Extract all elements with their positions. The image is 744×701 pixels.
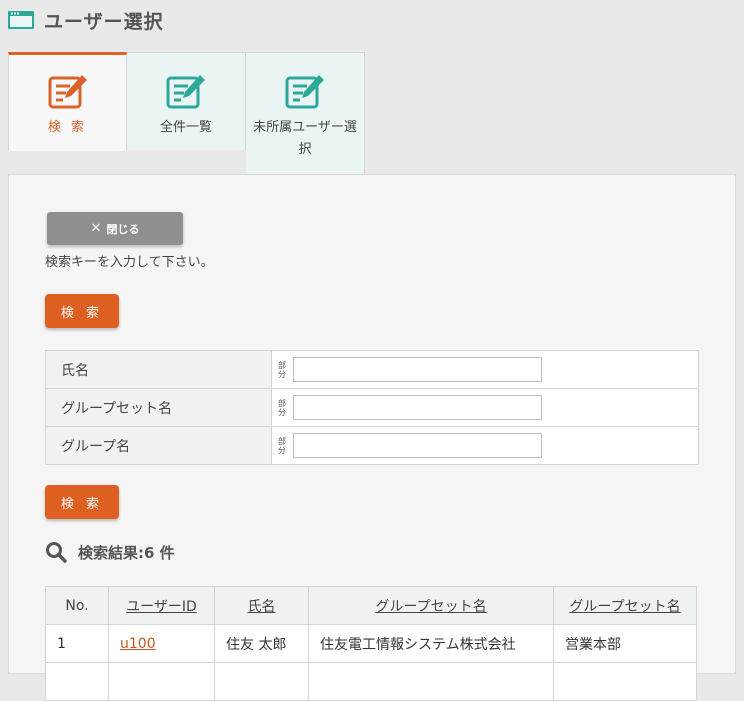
instruction-text: 検索キーを入力して下さい。 <box>45 255 214 270</box>
field-label: グループセット名 <box>45 388 272 427</box>
cell-groupset: 住友電工情報システム株式会社 <box>308 624 554 663</box>
search-icon <box>46 542 67 563</box>
results-table: No. ユーザーID 氏名 グループセット名 グループセット名 1 u100 住… <box>45 586 697 701</box>
tab-label: 未所属ユーザー選択 <box>253 120 357 157</box>
column-header-groupset-2[interactable]: グループセット名 <box>553 586 697 625</box>
field-label: 氏名 <box>45 350 272 389</box>
results-count: 検索結果:6 件 <box>78 543 175 562</box>
groupset-name-input[interactable] <box>293 395 542 420</box>
partial-match-label: 部分 <box>278 398 286 417</box>
partial-match-label: 部分 <box>278 360 286 379</box>
form-row-name: 氏名 部分 <box>45 350 699 389</box>
field-wrapper: 部分 <box>272 433 698 458</box>
field-cell: 部分 <box>271 350 699 389</box>
partial-match-label: 部分 <box>278 436 286 455</box>
cell-no <box>45 662 109 701</box>
search-button-top[interactable]: 検 索 <box>45 294 119 328</box>
column-header-no: No. <box>45 586 109 625</box>
tab-label: 全件一覧 <box>159 120 212 135</box>
edit-icon <box>166 75 205 109</box>
cell-groupset <box>308 662 554 701</box>
field-cell: 部分 <box>271 426 699 465</box>
search-form: 氏名 部分 グループセット名 部分 グループ名 部分 <box>45 350 699 465</box>
field-wrapper: 部分 <box>272 395 698 420</box>
page-title: ユーザー選択 <box>44 10 164 33</box>
cell-user-id <box>108 662 215 701</box>
field-label: グループ名 <box>45 426 272 465</box>
table-row <box>45 662 697 701</box>
results-heading: 検索結果:6 件 <box>45 541 175 563</box>
field-cell: 部分 <box>271 388 699 427</box>
user-id-link[interactable]: u100 <box>108 624 215 663</box>
tab-unassigned-users[interactable]: 未所属ユーザー選択 <box>246 52 365 174</box>
cell-group: 営業本部 <box>553 624 697 663</box>
page-header: ユーザー選択 <box>8 6 164 34</box>
tab-all-list[interactable]: 全件一覧 <box>127 52 246 150</box>
field-wrapper: 部分 <box>272 357 698 382</box>
search-button-bottom[interactable]: 検 索 <box>45 485 119 519</box>
tab-search[interactable]: 検 索 <box>8 52 127 151</box>
column-header-user-id[interactable]: ユーザーID <box>108 586 215 625</box>
column-header-name[interactable]: 氏名 <box>214 586 309 625</box>
name-input[interactable] <box>293 357 542 382</box>
cell-name <box>214 662 309 701</box>
table-row: 1 u100 住友 太郎 住友電工情報システム株式会社 営業本部 <box>45 624 697 663</box>
cell-name: 住友 太郎 <box>214 624 309 663</box>
column-header-groupset[interactable]: グループセット名 <box>308 586 554 625</box>
tab-bar: 検 索 全件一覧 未所属ユーザー選択 <box>8 52 365 174</box>
form-row-groupset: グループセット名 部分 <box>45 388 699 427</box>
close-icon: ✕ <box>90 221 102 236</box>
edit-icon <box>48 75 87 109</box>
group-name-input[interactable] <box>293 433 542 458</box>
close-button[interactable]: ✕ 閉じる <box>47 212 183 245</box>
cell-group <box>553 662 697 701</box>
cell-no: 1 <box>45 624 109 663</box>
form-row-group: グループ名 部分 <box>45 426 699 465</box>
close-button-label: 閉じる <box>106 222 140 236</box>
edit-icon <box>285 75 324 109</box>
tab-label: 検 索 <box>47 120 88 135</box>
window-icon <box>8 11 34 29</box>
table-header-row: No. ユーザーID 氏名 グループセット名 グループセット名 <box>45 586 697 625</box>
